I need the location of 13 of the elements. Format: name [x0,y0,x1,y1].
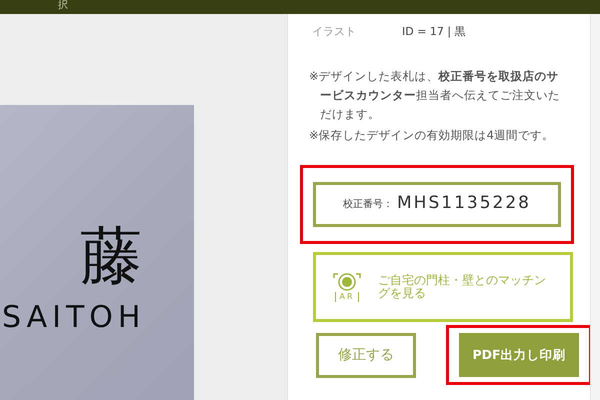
note-text: ※保存したデザインの有効期限は4週間です。 [308,126,555,144]
edit-button[interactable]: 修正する [316,332,416,378]
print-pdf-button[interactable]: PDF出力し印刷 [459,333,579,377]
note-text: ※デザインした表札は、校正番号を取扱店のサービスカウンター担当者へ伝えてご注文いただけます。 [308,68,561,122]
nameplate-kanji: 藤 [79,225,143,287]
menu-label: 択 [58,0,68,11]
detail-value: ID = 17 | 黒 [402,24,466,40]
proof-number-value: MHS1135228 [397,192,531,216]
detail-label: イラスト [312,24,357,40]
ar-matching-button[interactable]: AR ご自宅の門柱・壁とのマッチングを見る [313,252,573,322]
nameplate-roman-name: SAITOH [1,299,146,337]
ar-button-label: ご自宅の門柱・壁とのマッチングを見る [378,274,547,300]
proof-number-label: 校正番号： [343,198,394,212]
